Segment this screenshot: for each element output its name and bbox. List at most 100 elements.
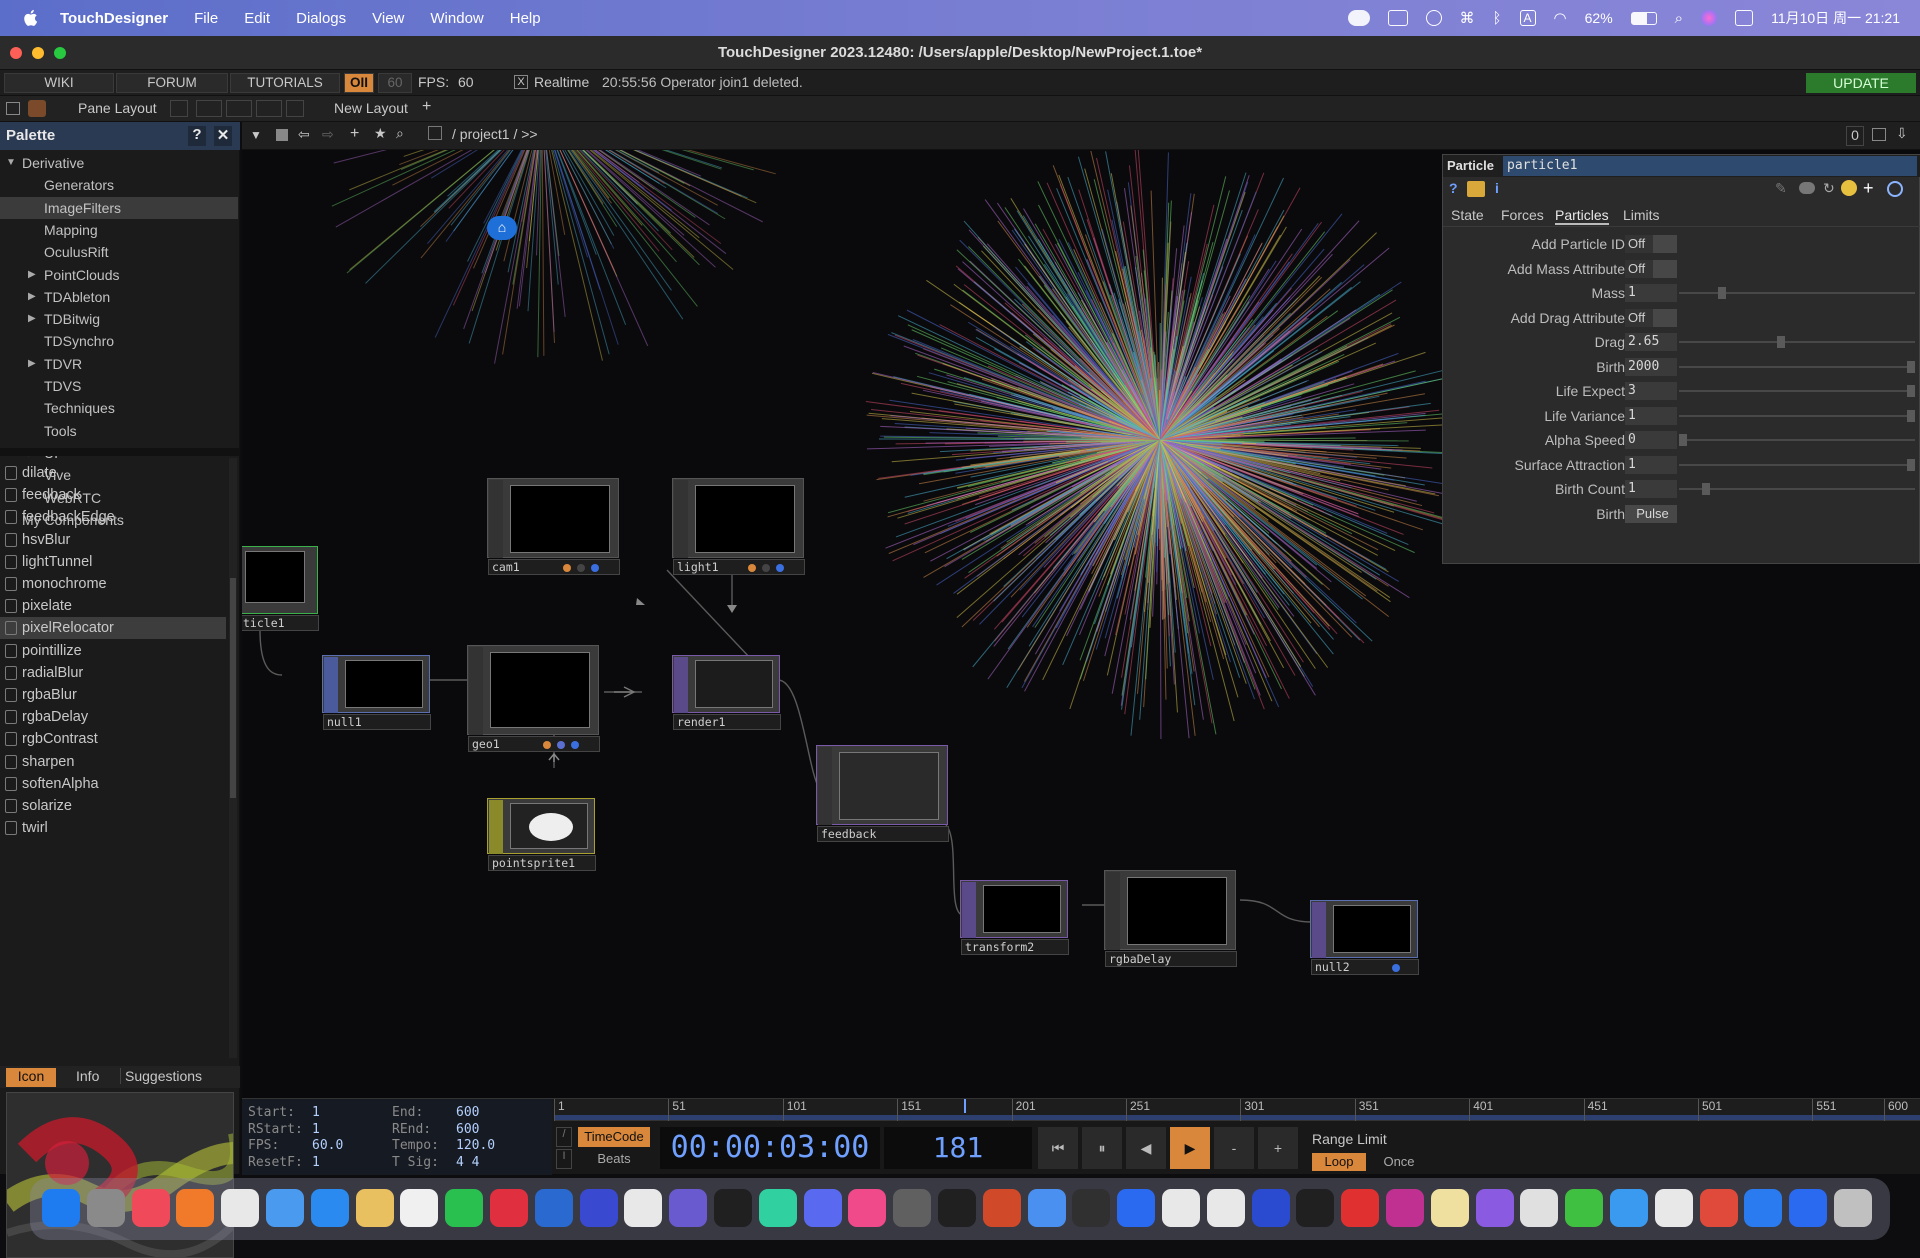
palette-help-button[interactable]: ? (188, 126, 206, 146)
dock-app-icon[interactable] (1072, 1189, 1110, 1227)
component-item[interactable]: rgbaBlur (0, 684, 226, 706)
param-slider-track[interactable] (1679, 390, 1915, 392)
python-help-icon[interactable] (1467, 181, 1485, 197)
palette-tree-item[interactable]: ▶PointClouds (0, 264, 238, 286)
menu-view[interactable]: View (372, 10, 404, 27)
wiki-tab[interactable]: WIKI (4, 73, 114, 93)
forward-icon[interactable]: ⇨ (322, 126, 334, 143)
expand-arrow-icon[interactable]: ▼ (6, 152, 16, 174)
dock-app-icon[interactable] (669, 1189, 707, 1227)
menu-app-name[interactable]: TouchDesigner (60, 10, 168, 27)
menu-help[interactable]: Help (510, 10, 541, 27)
component-item[interactable]: solarize (0, 795, 226, 817)
spotlight-search-icon[interactable]: ⌕ (1675, 10, 1683, 27)
stop-icon[interactable] (276, 129, 288, 141)
component-item[interactable]: softenAlpha (0, 773, 226, 795)
dock-app-icon[interactable] (1565, 1189, 1603, 1227)
palette-tree-item[interactable]: ImageFilters (0, 197, 238, 219)
param-tab-forces[interactable]: Forces (1501, 207, 1544, 223)
node-render1-label[interactable]: render1 (673, 714, 781, 730)
edit-icon[interactable]: ✎ (1775, 180, 1787, 197)
component-item[interactable]: pixelRelocator (0, 617, 226, 639)
palette-tree-item[interactable]: OculusRift (0, 241, 238, 263)
palette-tree-item[interactable]: TDVS (0, 375, 238, 397)
node-feedback[interactable]: feedback (816, 745, 948, 825)
dock-app-icon[interactable] (1252, 1189, 1290, 1227)
param-slider-track[interactable] (1679, 341, 1915, 343)
frame-display[interactable]: 181 (884, 1127, 1032, 1169)
tutorials-tab[interactable]: TUTORIALS (230, 73, 340, 93)
palette-tree-item[interactable]: ▼Derivative (0, 152, 238, 174)
param-slider-knob[interactable] (1702, 483, 1710, 495)
dock-app-icon[interactable] (893, 1189, 931, 1227)
menu-file[interactable]: File (194, 10, 218, 27)
control-center-icon[interactable] (1735, 10, 1753, 26)
timecode-mode-button[interactable]: TimeCode (578, 1127, 650, 1147)
param-slider-track[interactable] (1679, 415, 1915, 417)
dock-app-icon[interactable] (1162, 1189, 1200, 1227)
loop-button[interactable]: Loop (1312, 1153, 1366, 1171)
realtime-checkbox[interactable]: X (514, 75, 528, 89)
timeline-playhead[interactable] (964, 1099, 966, 1113)
layout-hsplit-button[interactable] (226, 100, 252, 117)
dock-app-icon[interactable] (983, 1189, 1021, 1227)
param-slider-track[interactable] (1679, 488, 1915, 490)
node-light1-label[interactable]: light1 (673, 559, 805, 575)
grid-status-icon[interactable]: ⌘ (1460, 9, 1475, 27)
dock-app-icon[interactable] (1117, 1189, 1155, 1227)
dock-app-icon[interactable] (1520, 1189, 1558, 1227)
node-particle1[interactable]: ticle1 (242, 546, 318, 614)
menu-window[interactable]: Window (430, 10, 483, 27)
dock-app-icon[interactable] (1341, 1189, 1379, 1227)
param-value-field[interactable]: 1 (1625, 480, 1677, 498)
dock-app-icon[interactable] (1744, 1189, 1782, 1227)
timecode-display[interactable]: 00:00:03:00 (660, 1127, 880, 1169)
palette-tree-item[interactable]: ▶TDAbleton (0, 286, 238, 308)
pane-icon[interactable] (6, 102, 20, 115)
param-slider-track[interactable] (1679, 292, 1915, 294)
param-value-field[interactable]: 1 (1625, 456, 1677, 474)
param-slider-knob[interactable] (1718, 287, 1726, 299)
component-item[interactable]: monochrome (0, 573, 226, 595)
node-null2[interactable]: null2 (1310, 900, 1418, 958)
node-transform2-flags[interactable] (962, 882, 976, 938)
dock-app-icon[interactable] (266, 1189, 304, 1227)
dock-app-icon[interactable] (87, 1189, 125, 1227)
dock-app-icon[interactable] (490, 1189, 528, 1227)
dock-app-icon[interactable] (42, 1189, 80, 1227)
node-geo1-flags[interactable] (469, 647, 483, 735)
network-path[interactable]: / project1 / >> (452, 126, 538, 142)
component-item[interactable]: dilate (0, 462, 226, 484)
component-item[interactable]: pointillize (0, 640, 226, 662)
step-plus-button[interactable]: + (1258, 1127, 1298, 1169)
param-help-icon[interactable]: ? (1449, 180, 1458, 196)
pane-layout-label[interactable]: Pane Layout (78, 100, 157, 116)
back-icon[interactable]: ⇦ (298, 126, 310, 143)
node-particle1-label[interactable]: ticle1 (242, 615, 319, 631)
new-layout-label[interactable]: New Layout (334, 100, 408, 116)
component-item[interactable]: radialBlur (0, 662, 226, 684)
node-null2-flags[interactable] (1312, 902, 1326, 958)
dock-app-icon[interactable] (804, 1189, 842, 1227)
dock-app-icon[interactable] (1386, 1189, 1424, 1227)
dock-app-icon[interactable] (1028, 1189, 1066, 1227)
dock-app-icon[interactable] (535, 1189, 573, 1227)
node-null1-label[interactable]: null1 (323, 714, 431, 730)
oi-toggle[interactable]: OII (344, 73, 374, 93)
comment-icon[interactable] (1799, 182, 1815, 194)
param-slider-knob[interactable] (1907, 459, 1915, 471)
layout-extra-button[interactable] (286, 100, 304, 117)
component-item[interactable]: rgbaDelay (0, 706, 226, 728)
rewind-button[interactable]: ⏮ (1038, 1127, 1078, 1169)
input-method-icon[interactable]: A (1520, 10, 1536, 26)
preview-tab-suggestions[interactable]: Suggestions (120, 1068, 236, 1084)
beats-mode-button[interactable]: Beats (578, 1149, 650, 1169)
component-item[interactable]: sharpen (0, 751, 226, 773)
play-button[interactable]: ▶ (1170, 1127, 1210, 1169)
network-home-icon[interactable]: ⌂ (487, 216, 517, 240)
node-geo1-label[interactable]: geo1 (468, 736, 600, 752)
info-icon[interactable]: i (1495, 180, 1499, 196)
bluetooth-icon[interactable]: ᛒ (1493, 10, 1502, 27)
node-cam1[interactable]: cam1 (487, 478, 619, 558)
battery-icon[interactable] (1631, 12, 1657, 25)
